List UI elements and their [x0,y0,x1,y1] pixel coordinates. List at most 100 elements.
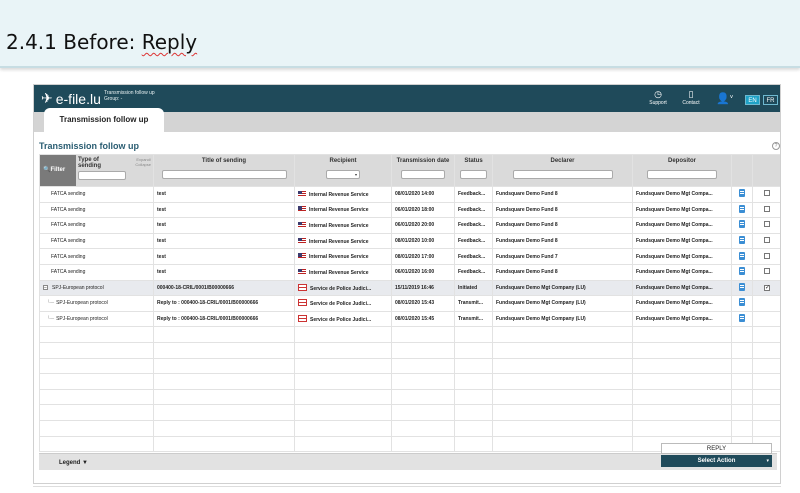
cell-select[interactable] [752,232,780,250]
legend-dropdown[interactable]: Legend ▼ [59,460,88,466]
language-fr-button[interactable]: FR [763,95,778,105]
cell-date: 08/01/2020 14:00 [391,186,455,203]
page-context: Transmission follow up Group: - [104,90,155,102]
row-checkbox[interactable] [764,252,770,259]
select-action-dropdown[interactable]: Select Action ▾ [661,455,772,467]
cell-select[interactable] [752,217,780,234]
table-row[interactable]: └─ SPJ-European protocol Reply to : 000400… [39,295,780,312]
cell-date: 06/01/2020 20:00 [391,217,455,234]
cell-status: Feedback... [454,263,493,281]
document-icon[interactable] [739,298,745,307]
cell-type: − SPJ-European protocol [39,279,154,297]
document-icon[interactable] [739,220,745,229]
document-icon[interactable] [739,282,745,291]
cell-date: 08/01/2020 15:45 [391,310,455,328]
document-icon[interactable] [739,189,745,198]
cell-select[interactable] [752,295,780,312]
table-row[interactable]: FATCA sending test Internal Revenue Servic… [39,263,780,281]
expand-collapse-toggle[interactable]: Expand/Collapse [135,157,151,167]
empty-table-row [39,404,780,421]
table-row[interactable]: └─ SPJ-European protocol Reply to : 000400… [39,310,780,328]
cell-doc[interactable] [731,310,753,328]
row-checkbox[interactable] [764,190,770,197]
envelope-icon [298,315,307,323]
row-checkbox[interactable]: ✓ [764,284,770,291]
row-checkbox[interactable] [764,221,770,228]
title-filter-input[interactable] [161,170,287,179]
phone-icon: ▯ [688,89,694,99]
cell-title: test [153,248,295,265]
table-row[interactable]: − SPJ-European protocol 000400-18-CRIL/000… [39,279,780,297]
cell-title: test [153,263,295,281]
cell-doc[interactable] [731,186,753,203]
date-filter-input[interactable] [401,170,445,179]
depositor-filter-input[interactable] [647,170,717,179]
cell-title: Reply to : 000400-18-CRIL/0001/B00000666 [153,295,295,312]
cell-select[interactable] [752,263,780,281]
document-icon[interactable] [739,267,745,276]
cell-doc[interactable] [731,263,753,281]
cell-type: FATCA sending [39,217,154,234]
cell-doc[interactable] [731,232,753,250]
column-header-recipient: Recipient ▾ [294,154,392,187]
cell-date: 06/01/2020 16:00 [391,263,455,281]
cell-doc[interactable] [731,201,753,219]
reply-menu-item[interactable]: REPLY [661,443,772,454]
collapse-icon[interactable]: − [43,284,48,290]
cell-declarer: Fundsquare Demo Fund 8 [492,217,633,234]
row-checkbox[interactable] [764,268,770,275]
cell-select[interactable] [752,186,780,203]
recipient-filter-select[interactable]: ▾ [326,170,360,179]
cell-select[interactable] [752,310,780,328]
document-icon[interactable] [739,314,745,323]
cell-status: Transmit... [454,295,493,312]
table-row[interactable]: FATCA sending test Internal Revenue Servic… [39,232,780,250]
support-button[interactable]: ◷ Support [646,89,670,106]
efile-logo[interactable]: ✈ e-file.lu [41,90,101,107]
cell-doc[interactable] [731,248,753,265]
cell-select[interactable] [752,201,780,219]
cell-declarer: Fundsquare Demo Fund 8 [492,263,633,281]
cell-title: 000400-18-CRIL/0001/B00000666 [153,279,295,297]
table-row[interactable]: FATCA sending test Internal Revenue Servic… [39,217,780,234]
slide-divider [33,486,781,487]
document-icon[interactable] [739,236,745,245]
table-row[interactable]: FATCA sending test Internal Revenue Servic… [39,201,780,219]
tree-branch-icon: └─ [47,316,55,323]
type-filter-input[interactable] [78,171,126,180]
cell-select[interactable] [752,248,780,265]
status-filter-input[interactable] [460,170,487,179]
cell-recipient: Internal Revenue Service [294,248,392,265]
user-menu-icon[interactable]: 👤˅ [716,92,733,105]
cell-select[interactable]: ✓ [752,279,780,297]
cell-declarer: Fundsquare Demo Mgt Company (LU) [492,295,633,312]
cell-doc[interactable] [731,279,753,297]
empty-table-row [39,357,780,375]
declarer-filter-input[interactable] [512,170,613,179]
empty-table-row [39,419,780,437]
cell-type: └─ SPJ-European protocol [39,295,154,312]
contact-button[interactable]: ▯ Contact [679,89,703,106]
document-icon[interactable] [739,251,745,260]
table-row[interactable]: FATCA sending test Internal Revenue Servic… [39,248,780,265]
language-en-button[interactable]: EN [745,95,760,105]
us-flag-icon [298,253,306,260]
filter-button[interactable]: 🔍Filter [40,155,76,186]
tab-transmission-follow-up[interactable]: Transmission follow up [44,108,164,132]
us-flag-icon [298,237,306,244]
row-checkbox[interactable] [764,237,770,244]
column-header-doc [731,154,753,187]
help-icon[interactable]: ? [772,142,780,150]
cell-declarer: Fundsquare Demo Fund 8 [492,186,633,203]
cell-doc[interactable] [731,295,753,312]
cell-doc[interactable] [731,217,753,234]
document-icon[interactable] [739,204,745,213]
cell-date: 06/01/2020 18:00 [391,201,455,219]
cell-declarer: Fundsquare Demo Fund 7 [492,248,633,265]
cell-depositor: Fundsquare Demo Mgt Compa... [632,263,732,281]
table-row[interactable]: FATCA sending test Internal Revenue Servic… [39,186,780,203]
column-header-select [752,154,780,187]
empty-table-row [39,388,780,406]
row-checkbox[interactable] [764,205,770,212]
cell-type: FATCA sending [39,186,154,203]
